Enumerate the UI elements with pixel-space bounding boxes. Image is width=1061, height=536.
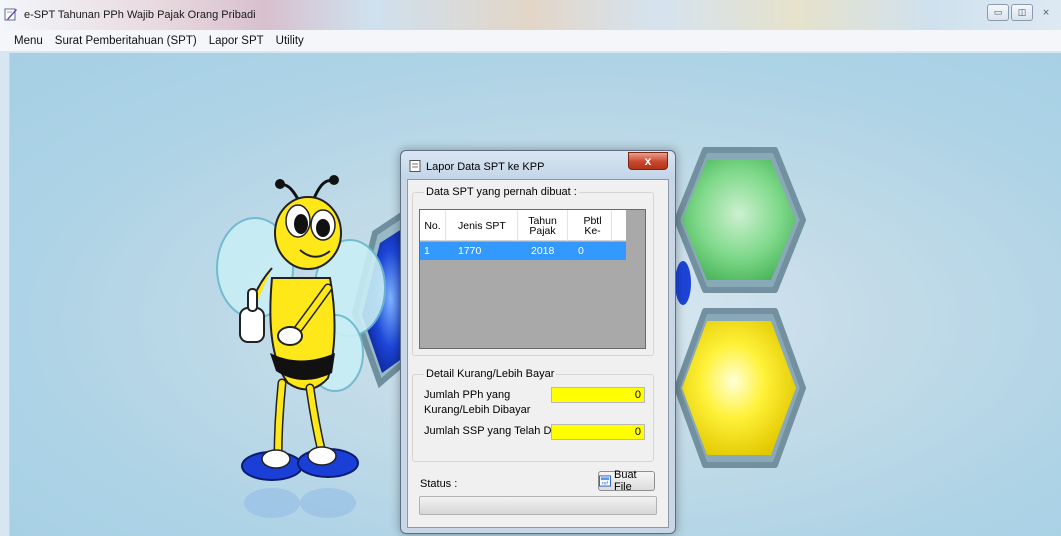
- table-row[interactable]: 1 1770 2018 0: [420, 242, 626, 260]
- dialog-title-bar: Lapor Data SPT ke KPP x: [401, 151, 675, 179]
- menu-menu[interactable]: Menu: [8, 35, 49, 47]
- column-header-tahun-pajak[interactable]: Tahun Pajak: [518, 210, 568, 241]
- green-hexagon: [674, 147, 806, 293]
- buat-file-button[interactable]: ref Buat File: [598, 469, 655, 493]
- pph-kurang-lebih-label: Jumlah PPh yang Kurang/Lebih Dibayar: [424, 389, 531, 416]
- yellow-hexagon: [674, 308, 806, 468]
- document-icon: [409, 160, 421, 172]
- svg-text:ref: ref: [602, 481, 609, 487]
- close-button[interactable]: ⨯: [1035, 4, 1057, 21]
- window-title: e-SPT Tahunan PPh Wajib Pajak Orang Prib…: [24, 9, 256, 21]
- cell-pbtl-ke: 0: [578, 245, 584, 257]
- detail-bayar-group-label: Detail Kurang/Lebih Bayar: [424, 368, 557, 380]
- maximize-button[interactable]: ◫: [1011, 4, 1033, 21]
- menu-utility[interactable]: Utility: [270, 35, 310, 47]
- cell-no: 1: [424, 245, 430, 257]
- status-label: Status :: [420, 478, 458, 490]
- list-header: No. Jenis SPT Tahun Pajak Pbtl Ke-: [420, 210, 626, 241]
- app-icon: [4, 8, 17, 21]
- cell-jenis-spt: 1770: [458, 245, 482, 257]
- column-header-jenis-spt[interactable]: Jenis SPT: [446, 210, 518, 241]
- cell-tahun-pajak: 2018: [531, 245, 555, 257]
- menu-bar: Menu Surat Pemberitahuan (SPT) Lapor SPT…: [0, 30, 1061, 52]
- blue-hex-edge: [675, 261, 691, 305]
- column-header-no[interactable]: No.: [420, 210, 446, 241]
- menu-surat-pemberitahuan[interactable]: Surat Pemberitahuan (SPT): [49, 35, 203, 47]
- dialog-title: Lapor Data SPT ke KPP: [426, 161, 545, 173]
- bee-mascot: [216, 175, 386, 518]
- menu-lapor-spt[interactable]: Lapor SPT: [203, 35, 270, 47]
- title-bar: e-SPT Tahunan PPh Wajib Pajak Orang Prib…: [0, 0, 1061, 30]
- pph-kurang-lebih-field[interactable]: 0: [551, 387, 645, 403]
- ssp-dibayar-field[interactable]: 0: [551, 424, 645, 440]
- status-progress-bar: [419, 496, 657, 515]
- dialog-close-button[interactable]: x: [628, 152, 668, 170]
- save-file-icon: ref: [599, 475, 611, 487]
- column-header-pbtl-ke[interactable]: Pbtl Ke-: [568, 210, 612, 241]
- spt-list-view[interactable]: No. Jenis SPT Tahun Pajak Pbtl Ke- 1 177…: [419, 209, 646, 349]
- spt-list-group-label: Data SPT yang pernah dibuat :: [424, 186, 579, 198]
- minimize-button[interactable]: ▭: [987, 4, 1009, 21]
- buat-file-label: Buat File: [613, 469, 637, 493]
- ssp-dibayar-label: Jumlah SSP yang Telah Dibayar: [424, 425, 582, 437]
